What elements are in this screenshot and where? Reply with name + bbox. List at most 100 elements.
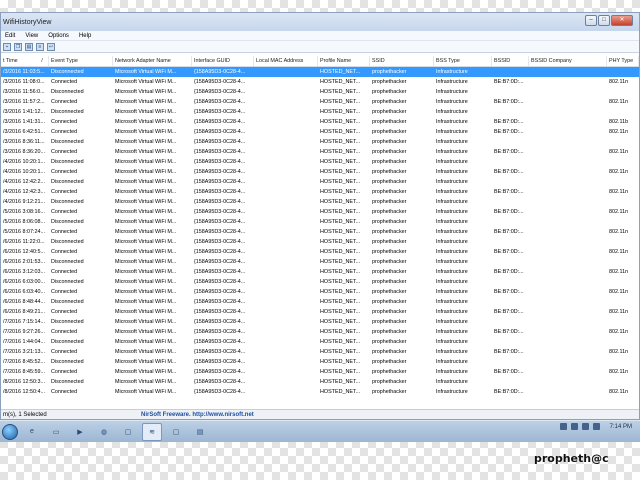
table-cell: Microsoft Virtual WiFi M... — [115, 249, 177, 255]
table-cell: Connected — [51, 289, 78, 295]
table-cell: /6/2016 8:49:21... — [3, 309, 45, 315]
table-row[interactable]: /5/2016 8:07:24... Connected Microsoft Vir… — [1, 227, 639, 237]
exit-icon[interactable]: ↩ — [47, 42, 55, 51]
flag-icon[interactable] — [581, 423, 589, 430]
table-row[interactable]: /6/2016 11:22:0... Disconnected Microsoft … — [1, 237, 639, 247]
table-cell: HOSTED_NET... — [320, 239, 361, 245]
menu-view[interactable]: View — [25, 33, 38, 39]
table-cell: HOSTED_NET... — [320, 219, 361, 225]
table-row[interactable]: /7/2016 1:44:04... Disconnected Microsoft … — [1, 337, 639, 347]
table-cell: Infrastructure — [436, 149, 468, 155]
firefox-icon[interactable]: ◍ — [94, 423, 114, 441]
table-cell: Microsoft Virtual WiFi M... — [115, 119, 177, 125]
table-row[interactable]: /3/2016 6:42:51... Connected Microsoft Vir… — [1, 127, 639, 137]
table-cell: HOSTED_NET... — [320, 369, 361, 375]
menu-options[interactable]: Options — [48, 33, 69, 39]
column-header-bssid-company[interactable]: BSSID Company — [529, 55, 607, 66]
minimize-button[interactable]: – — [585, 15, 597, 26]
table-row[interactable]: /3/2016 11:03:5... Disconnected Microsoft … — [1, 67, 639, 77]
column-header-mac[interactable]: Local MAC Address — [254, 55, 318, 66]
power-icon[interactable] — [592, 423, 600, 430]
table-row[interactable]: /3/2016 11:56:0... Disconnected Microsoft … — [1, 87, 639, 97]
properties-icon[interactable]: ≡ — [36, 42, 44, 51]
app-icon[interactable]: ▤ — [190, 423, 210, 441]
table-row[interactable]: /4/2016 10:20:1... Disconnected Microsoft … — [1, 157, 639, 167]
volume-icon[interactable] — [570, 423, 578, 430]
table-row[interactable]: /4/2016 12:42:2... Disconnected Microsoft … — [1, 177, 639, 187]
table-row[interactable]: /4/2016 12:42:3... Connected Microsoft Vir… — [1, 187, 639, 197]
column-header-profile[interactable]: Profile Name — [318, 55, 370, 66]
nirsoft-link[interactable]: NirSoft Freeware. http://www.nirsoft.net — [141, 412, 254, 418]
menu-bar: Edit View Options Help — [1, 31, 639, 41]
column-header-bss-type[interactable]: BSS Type — [434, 55, 492, 66]
table-cell: HOSTED_NET... — [320, 389, 361, 395]
table-row[interactable]: /7/2016 8:45:59... Connected Microsoft Vir… — [1, 367, 639, 377]
table-cell: Disconnected — [51, 179, 84, 185]
column-header-time[interactable]: t Time / — [1, 55, 49, 66]
table-cell: HOSTED_NET... — [320, 309, 361, 315]
table-cell: Microsoft Virtual WiFi M... — [115, 229, 177, 235]
table-row[interactable]: /3/2016 11:08:0... Connected Microsoft Vir… — [1, 77, 639, 87]
table-row[interactable]: /3/2016 11:57:2... Connected Microsoft Vir… — [1, 97, 639, 107]
table-cell: 802.11n — [609, 269, 629, 275]
table-row[interactable]: /7/2016 3:21:13... Connected Microsoft Vir… — [1, 347, 639, 357]
explorer-icon[interactable]: ▭ — [46, 423, 66, 441]
table-row[interactable]: /6/2016 2:01:53... Disconnected Microsoft … — [1, 257, 639, 267]
save-icon[interactable]: ▪ — [3, 42, 11, 51]
window-icon[interactable]: ▢ — [118, 423, 138, 441]
title-bar[interactable]: WifiHistoryView – □ ✕ — [1, 13, 639, 31]
table-cell: /4/2016 12:42:3... — [3, 189, 45, 195]
menu-help[interactable]: Help — [79, 33, 91, 39]
table-row[interactable]: /6/2016 8:49:21... Connected Microsoft Vir… — [1, 307, 639, 317]
table-cell: HOSTED_NET... — [320, 329, 361, 335]
html-report-icon[interactable]: ▤ — [25, 42, 33, 51]
table-row[interactable]: /6/2016 6:03:00... Disconnected Microsoft … — [1, 277, 639, 287]
table-row[interactable]: /3/2016 8:36:20... Connected Microsoft Vir… — [1, 147, 639, 157]
table-cell: /6/2016 3:12:03... — [3, 269, 45, 275]
table-row[interactable]: /4/2016 9:12:21... Disconnected Microsoft … — [1, 197, 639, 207]
table-row[interactable]: /7/2016 8:45:52... Disconnected Microsoft … — [1, 357, 639, 367]
menu-edit[interactable]: Edit — [5, 33, 15, 39]
copy-icon[interactable]: ❐ — [14, 42, 22, 51]
table-row[interactable]: /3/2016 1:41:12... Disconnected Microsoft … — [1, 107, 639, 117]
table-cell: prophethacker — [372, 219, 407, 225]
table-row[interactable]: /6/2016 6:03:40... Connected Microsoft Vir… — [1, 287, 639, 297]
media-icon[interactable]: ▶ — [70, 423, 90, 441]
table-row[interactable]: /6/2016 12:40:5... Connected Microsoft Vir… — [1, 247, 639, 257]
clock[interactable]: 7:14 PM — [610, 424, 632, 430]
column-header-bssid[interactable]: BSSID — [492, 55, 529, 66]
network-icon[interactable] — [559, 423, 567, 430]
table-cell: prophethacker — [372, 359, 407, 365]
table-cell: Disconnected — [51, 199, 84, 205]
table-cell: HOSTED_NET... — [320, 189, 361, 195]
rows-container: /3/2016 11:03:5... Disconnected Microsoft … — [1, 67, 639, 397]
column-header-ssid[interactable]: SSID — [370, 55, 434, 66]
close-button[interactable]: ✕ — [611, 15, 633, 26]
table-row[interactable]: /8/2016 12:50:3... Disconnected Microsoft … — [1, 377, 639, 387]
table-row[interactable]: /8/2016 12:50:4... Connected Microsoft Vir… — [1, 387, 639, 397]
maximize-button[interactable]: □ — [598, 15, 610, 26]
table-cell: Microsoft Virtual WiFi M... — [115, 279, 177, 285]
watermark: propheth@c — [534, 452, 609, 465]
table-row[interactable]: /3/2016 8:36:11... Disconnected Microsoft … — [1, 137, 639, 147]
table-row[interactable]: /5/2016 8:06:08... Disconnected Microsoft … — [1, 217, 639, 227]
start-button[interactable] — [2, 423, 18, 440]
table-cell: BE:B7:0D:... — [494, 269, 524, 275]
table-row[interactable]: /4/2016 10:20:1... Connected Microsoft Vir… — [1, 167, 639, 177]
table-row[interactable]: /6/2016 8:48:44... Disconnected Microsoft … — [1, 297, 639, 307]
table-row[interactable]: /6/2016 3:12:03... Connected Microsoft Vir… — [1, 267, 639, 277]
table-row[interactable]: /3/2016 1:41:31... Connected Microsoft Vir… — [1, 117, 639, 127]
ie-icon[interactable]: e — [22, 423, 42, 441]
table-row[interactable]: /5/2016 3:08:16... Connected Microsoft Vir… — [1, 207, 639, 217]
table-row[interactable]: /7/2016 9:27:26... Connected Microsoft Vir… — [1, 327, 639, 337]
status-bar: m(s), 1 Selected NirSoft Freeware. http:… — [1, 409, 639, 419]
table-cell: BE:B7:0D:... — [494, 79, 524, 85]
wifi-history-icon[interactable]: ≋ — [142, 422, 162, 441]
window-icon[interactable]: ▢ — [166, 423, 186, 441]
column-header-phy-type[interactable]: PHY Type — [607, 55, 639, 66]
column-header-event-type[interactable]: Event Type — [49, 55, 113, 66]
column-header-guid[interactable]: Interface GUID — [192, 55, 254, 66]
table-row[interactable]: /7/2016 7:15:14... Disconnected Microsoft … — [1, 317, 639, 327]
column-header-adapter[interactable]: Network Adapter Name — [113, 55, 192, 66]
table-cell: /6/2016 6:03:00... — [3, 279, 45, 285]
